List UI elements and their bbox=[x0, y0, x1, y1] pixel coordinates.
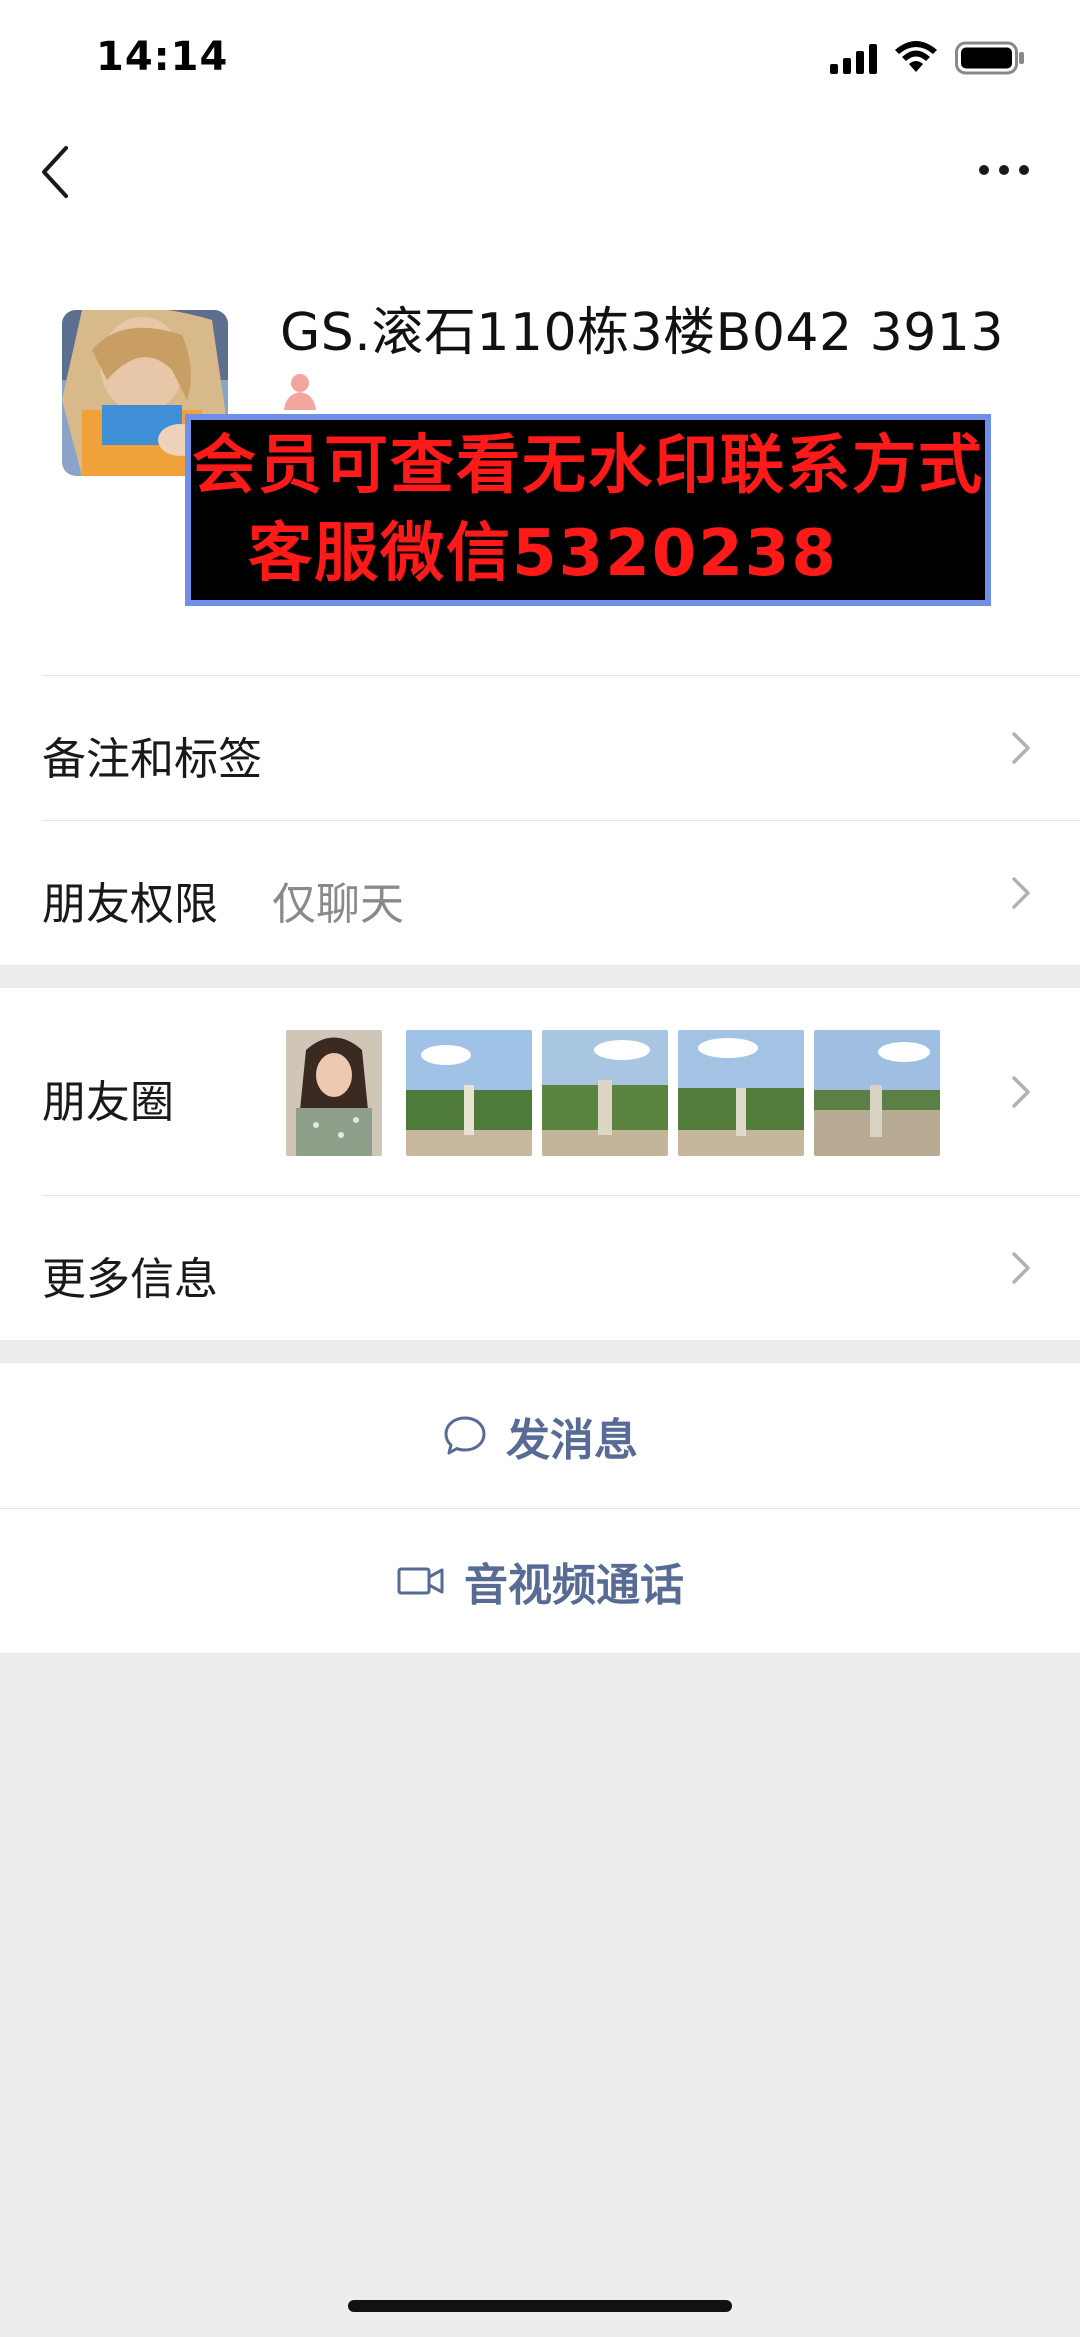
moments-photo bbox=[814, 1030, 940, 1156]
back-button[interactable] bbox=[36, 142, 80, 202]
chevron-right-icon bbox=[1012, 732, 1030, 764]
chevron-right-icon bbox=[1012, 877, 1030, 909]
female-icon bbox=[284, 374, 316, 410]
chevron-right-icon bbox=[1012, 1076, 1030, 1108]
divider bbox=[42, 675, 1080, 676]
divider bbox=[42, 1195, 1080, 1196]
chat-bubble-icon bbox=[444, 1416, 486, 1454]
home-indicator[interactable] bbox=[348, 2300, 732, 2312]
battery-icon bbox=[955, 41, 1024, 75]
divider bbox=[42, 820, 1080, 821]
row-label: 朋友圈 bbox=[42, 1077, 174, 1128]
send-message-label: 发消息 bbox=[506, 1414, 638, 1466]
more-options-button[interactable] bbox=[974, 150, 1034, 190]
status-bar: 14:14 bbox=[0, 0, 1080, 110]
profile-name: GS.滚石110栋3楼B042 3913 bbox=[280, 303, 1004, 363]
row-label: 更多信息 bbox=[42, 1254, 218, 1305]
actions-group: 发消息 音视频通话 bbox=[0, 1363, 1080, 1653]
moments-photo bbox=[286, 1030, 382, 1156]
row-label: 朋友权限 bbox=[42, 879, 218, 930]
status-time: 14:14 bbox=[96, 34, 229, 80]
friend-permissions-row[interactable]: 朋友权限 仅聊天 bbox=[0, 820, 1080, 965]
send-message-button[interactable]: 发消息 bbox=[0, 1363, 1080, 1508]
av-call-label: 音视频通话 bbox=[464, 1559, 684, 1611]
moments-group: 朋友圈 更多信息 bbox=[0, 988, 1080, 1340]
watermark-line-1: 会员可查看无水印联系方式 bbox=[192, 429, 984, 503]
moments-row[interactable]: 朋友圈 bbox=[0, 988, 1080, 1195]
moments-photo bbox=[678, 1030, 804, 1156]
cellular-signal-icon bbox=[830, 44, 877, 74]
settings-group: 备注和标签 朋友权限 仅聊天 bbox=[0, 675, 1080, 965]
video-camera-icon bbox=[397, 1567, 444, 1594]
watermark-line-2: 客服微信5320238 bbox=[248, 517, 838, 591]
wifi-icon bbox=[895, 41, 937, 72]
chevron-right-icon bbox=[1012, 1252, 1030, 1284]
row-label: 备注和标签 bbox=[42, 734, 262, 785]
moments-photo bbox=[542, 1030, 668, 1156]
moments-photo bbox=[406, 1030, 532, 1156]
more-info-row[interactable]: 更多信息 bbox=[0, 1195, 1080, 1340]
permission-value: 仅聊天 bbox=[272, 879, 404, 930]
remarks-tags-row[interactable]: 备注和标签 bbox=[0, 675, 1080, 820]
av-call-button[interactable]: 音视频通话 bbox=[0, 1508, 1080, 1653]
watermark-banner: 会员可查看无水印联系方式 客服微信5320238 bbox=[185, 414, 991, 606]
